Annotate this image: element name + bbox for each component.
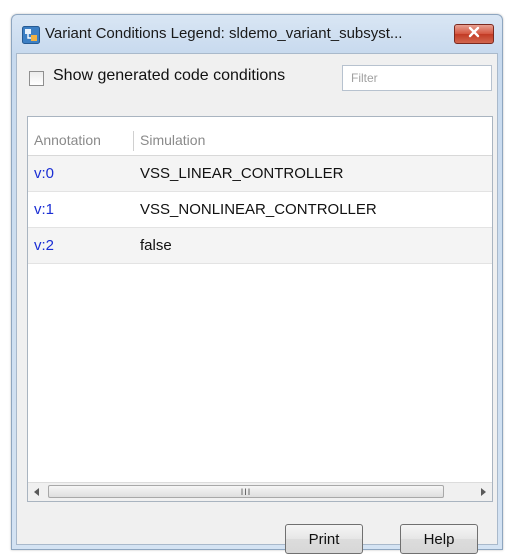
simulation-cell: VSS_NONLINEAR_CONTROLLER xyxy=(140,201,377,218)
simulink-icon xyxy=(22,26,40,44)
simulation-cell: false xyxy=(140,237,172,254)
help-button[interactable]: Help xyxy=(400,524,478,554)
window-title: Variant Conditions Legend: sldemo_varian… xyxy=(45,25,403,42)
scroll-left-arrow-icon[interactable] xyxy=(28,483,46,501)
table-row[interactable]: v:2 false xyxy=(28,228,492,264)
conditions-table: Annotation Simulation v:0 VSS_LINEAR_CON… xyxy=(27,116,493,502)
show-generated-code-label[interactable]: Show generated code conditions xyxy=(53,67,285,85)
column-header-annotation[interactable]: Annotation xyxy=(34,125,101,155)
scroll-right-arrow-icon[interactable] xyxy=(474,483,492,501)
title-bar[interactable]: Variant Conditions Legend: sldemo_varian… xyxy=(12,15,502,53)
horizontal-scrollbar[interactable]: III xyxy=(28,482,492,501)
column-divider[interactable] xyxy=(133,131,134,151)
annotation-cell: v:2 xyxy=(34,237,55,254)
dialog-content: Show generated code conditions Annotatio… xyxy=(16,53,498,554)
show-generated-code-checkbox[interactable] xyxy=(29,71,44,86)
print-button[interactable]: Print xyxy=(285,524,363,554)
scrollbar-grip: III xyxy=(240,486,252,497)
variant-conditions-legend-window: Variant Conditions Legend: sldemo_varian… xyxy=(11,14,503,554)
filter-input[interactable] xyxy=(342,65,492,91)
table-row[interactable]: v:1 VSS_NONLINEAR_CONTROLLER xyxy=(28,192,492,228)
simulation-cell: VSS_LINEAR_CONTROLLER xyxy=(140,165,344,182)
table-header: Annotation Simulation xyxy=(28,125,492,156)
annotation-cell: v:1 xyxy=(34,201,55,218)
close-button[interactable] xyxy=(454,24,494,44)
column-header-simulation[interactable]: Simulation xyxy=(140,125,205,155)
scrollbar-thumb[interactable]: III xyxy=(48,485,444,498)
annotation-cell: v:0 xyxy=(34,165,55,182)
table-row[interactable]: v:0 VSS_LINEAR_CONTROLLER xyxy=(28,156,492,192)
close-icon xyxy=(467,25,481,43)
